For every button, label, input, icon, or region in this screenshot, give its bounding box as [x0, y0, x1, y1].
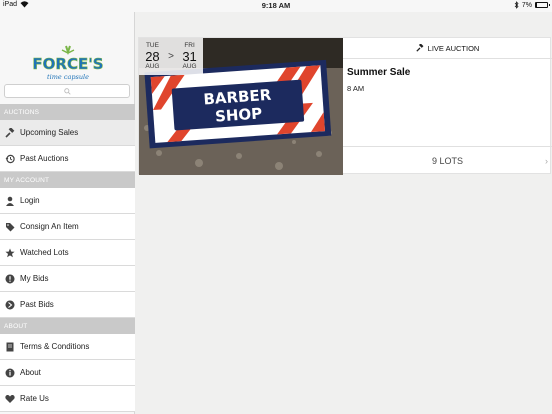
past-bid-icon: [5, 300, 15, 310]
menu-item-label: Upcoming Sales: [20, 128, 79, 137]
menu-item-label: Terms & Conditions: [20, 342, 90, 351]
end-date: FRI 31 AUG: [182, 42, 197, 71]
auction-card[interactable]: BARBER SHOP TUE 28 AUG > FRI 31 AUG LIVE…: [138, 37, 552, 175]
svg-text:FORCE'S: FORCE'S: [32, 55, 103, 73]
live-auction-badge: LIVE AUCTION: [343, 38, 552, 59]
menu-item-label: Past Bids: [20, 300, 54, 309]
section-header-my-account: MY ACCOUNT: [0, 172, 135, 188]
auction-photo: BARBER SHOP TUE 28 AUG > FRI 31 AUG: [139, 38, 343, 175]
menu-item-past-auctions[interactable]: Past Auctions: [0, 146, 135, 172]
auction-title: Summer Sale: [347, 67, 411, 78]
battery-percent: 7%: [521, 1, 532, 9]
menu-item-label: Rate Us: [20, 394, 49, 403]
menu-item-label: Watched Lots: [20, 248, 69, 257]
lots-button[interactable]: 9 LOTS ›: [343, 146, 552, 175]
svg-text:time capsule: time capsule: [47, 73, 89, 81]
tag-icon: [5, 222, 15, 232]
menu-item-my-bids[interactable]: My Bids: [0, 266, 135, 292]
gavel-icon: [5, 127, 15, 138]
menu-item-rate-us[interactable]: Rate Us: [0, 386, 135, 412]
section-header-auctions: AUCTIONS: [0, 104, 135, 120]
auction-info: LIVE AUCTION Summer Sale 8 AM 9 LOTS ›: [343, 38, 552, 175]
live-auction-label: LIVE AUCTION: [427, 43, 480, 53]
battery-icon: [535, 2, 550, 8]
bluetooth-icon: [514, 1, 519, 9]
search-input[interactable]: [4, 84, 130, 98]
gavel-icon: [416, 44, 424, 52]
app-logo: FORCE'S time capsule: [32, 45, 104, 81]
book-icon: [5, 342, 15, 352]
start-day: 28: [145, 49, 160, 64]
clock: 9:18 AM: [261, 1, 291, 10]
menu-item-label: About: [20, 368, 41, 377]
date-separator: >: [168, 51, 174, 62]
menu-item-about[interactable]: About: [0, 360, 135, 386]
search-icon: [63, 87, 71, 95]
date-range: TUE 28 AUG > FRI 31 AUG: [139, 38, 203, 75]
menu-item-login[interactable]: Login: [0, 188, 135, 214]
section-header-about: ABOUT: [0, 318, 135, 334]
menu-item-past-bids[interactable]: Past Bids: [0, 292, 135, 318]
status-bar: iPad 9:18 AM 7%: [0, 0, 552, 12]
menu-item-consign[interactable]: Consign An Item: [0, 214, 135, 240]
auction-time: 8 AM: [347, 84, 365, 93]
start-month: AUG: [145, 63, 160, 70]
star-icon: [5, 248, 15, 258]
person-icon: [5, 196, 15, 206]
sidebar: FORCE'S time capsule AUCTIONS Upcoming S…: [0, 12, 135, 414]
menu-item-terms[interactable]: Terms & Conditions: [0, 334, 135, 360]
history-icon: [5, 154, 15, 164]
bid-icon: [5, 274, 15, 284]
menu-item-label: Login: [20, 196, 40, 205]
menu-item-watched-lots[interactable]: Watched Lots: [0, 240, 135, 266]
start-date: TUE 28 AUG: [145, 42, 160, 71]
lots-count: 9 LOTS: [431, 156, 463, 166]
menu-item-label: My Bids: [20, 274, 49, 283]
menu-item-label: Consign An Item: [20, 222, 79, 231]
info-icon: [5, 368, 15, 378]
chevron-right-icon: ›: [545, 156, 548, 166]
end-day: 31: [182, 49, 197, 64]
main-content: BARBER SHOP TUE 28 AUG > FRI 31 AUG LIVE…: [136, 37, 552, 414]
end-month: AUG: [182, 63, 197, 70]
sign-line-2: SHOP: [215, 104, 263, 125]
menu-item-label: Past Auctions: [20, 154, 69, 163]
heart-icon: [5, 394, 15, 404]
menu-item-upcoming-sales[interactable]: Upcoming Sales: [0, 120, 135, 146]
menu-list: AUCTIONS Upcoming Sales Past Auctions MY…: [0, 104, 135, 412]
